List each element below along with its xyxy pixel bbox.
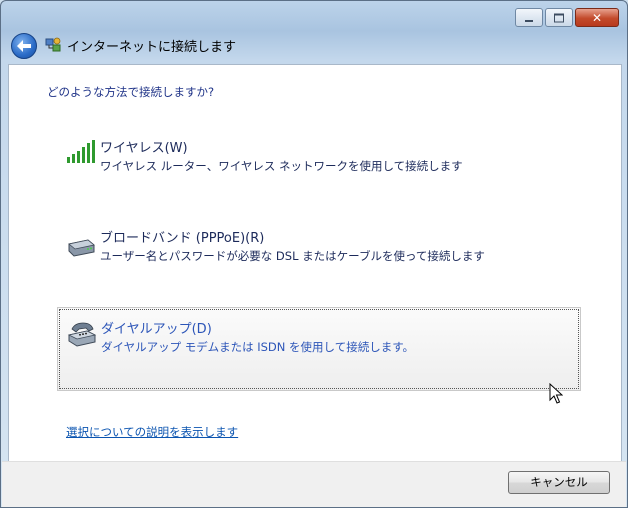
help-link[interactable]: 選択についての説明を表示します: [66, 424, 238, 440]
option-broadband[interactable]: ブロードバンド (PPPoE)(R) ユーザー名とパスワードが必要な DSL ま…: [57, 217, 579, 299]
connection-question: どのような方法で接続しますか?: [47, 85, 215, 99]
window-controls: ✕: [515, 8, 619, 27]
network-wizard-icon: [45, 37, 61, 52]
mouse-cursor-icon: [549, 383, 563, 404]
connect-to-internet-window: ✕ インターネットに接続します どのような方法で接続しますか? ワイヤレス(W)…: [0, 0, 628, 508]
option-broadband-title: ブロードバンド (PPPoE)(R): [100, 231, 265, 246]
close-button[interactable]: ✕: [575, 8, 619, 27]
footer-bar: キャンセル: [2, 461, 626, 507]
cancel-button[interactable]: キャンセル: [508, 471, 610, 494]
close-icon: ✕: [591, 10, 603, 25]
maximize-button[interactable]: [545, 8, 573, 27]
option-dialup-title: ダイヤルアップ(D): [101, 322, 212, 337]
option-dialup[interactable]: ダイヤルアップ(D) ダイヤルアップ モデムまたは ISDN を使用して接続しま…: [57, 307, 581, 391]
wireless-signal-icon: [67, 140, 95, 163]
maximize-icon: [554, 13, 564, 22]
option-wireless-title: ワイヤレス(W): [100, 141, 188, 156]
option-broadband-description: ユーザー名とパスワードが必要な DSL またはケーブルを使って接続します: [100, 249, 485, 263]
content-panel: どのような方法で接続しますか? ワイヤレス(W) ワイヤレス ルーター、ワイヤレ…: [8, 64, 622, 462]
minimize-icon: [525, 19, 533, 22]
broadband-modem-icon: [68, 239, 95, 257]
back-arrow-icon: [17, 40, 31, 52]
option-wireless[interactable]: ワイヤレス(W) ワイヤレス ルーター、ワイヤレス ネットワークを使用して接続し…: [57, 127, 579, 209]
window-title: インターネットに接続します: [67, 40, 237, 55]
option-dialup-description: ダイヤルアップ モデムまたは ISDN を使用して接続します。: [101, 340, 415, 354]
minimize-button[interactable]: [515, 8, 543, 27]
back-button[interactable]: [11, 33, 37, 59]
option-wireless-description: ワイヤレス ルーター、ワイヤレス ネットワークを使用して接続します: [100, 159, 463, 173]
dialup-phone-icon: [67, 322, 97, 347]
